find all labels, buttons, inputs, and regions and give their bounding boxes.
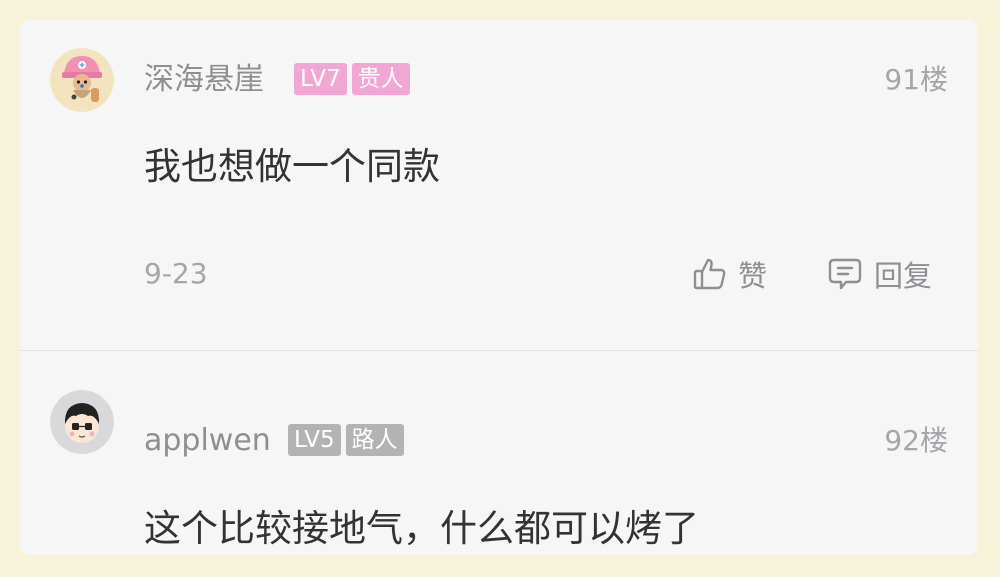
comment-item: 深海悬崖 LV7 贵人 91楼 我也想做一个同款 9-23 赞 回复 [20, 20, 978, 350]
chat-bubble-icon [826, 255, 864, 293]
username[interactable]: 深海悬崖 [144, 60, 264, 100]
comment-date: 9-23 [144, 257, 208, 290]
user-badges: LV5 路人 [288, 424, 404, 456]
like-label: 赞 [738, 259, 768, 293]
avatar[interactable] [50, 390, 114, 454]
comment-text: 我也想做一个同款 [144, 145, 440, 188]
reply-button[interactable]: 回复 [826, 252, 932, 296]
comment-text: 这个比较接地气，什么都可以烤了 [144, 507, 699, 550]
comment-item: applwen LV5 路人 92楼 这个比较接地气，什么都可以烤了 [20, 351, 978, 555]
like-button[interactable]: 赞 [692, 252, 767, 296]
username[interactable]: applwen [144, 421, 271, 461]
comment-list: 深海悬崖 LV7 贵人 91楼 我也想做一个同款 9-23 赞 回复 applw… [20, 20, 978, 555]
thumbs-up-icon [692, 256, 728, 292]
user-badges: LV7 贵人 [294, 63, 410, 95]
level-badge: LV7 [294, 63, 347, 95]
floor-number: 91楼 [884, 63, 948, 96]
title-badge: 贵人 [351, 63, 410, 95]
avatar[interactable] [50, 48, 114, 112]
level-badge: LV5 [288, 424, 341, 456]
title-badge: 路人 [345, 424, 404, 456]
floor-number: 92楼 [884, 424, 948, 457]
reply-label: 回复 [874, 259, 933, 293]
